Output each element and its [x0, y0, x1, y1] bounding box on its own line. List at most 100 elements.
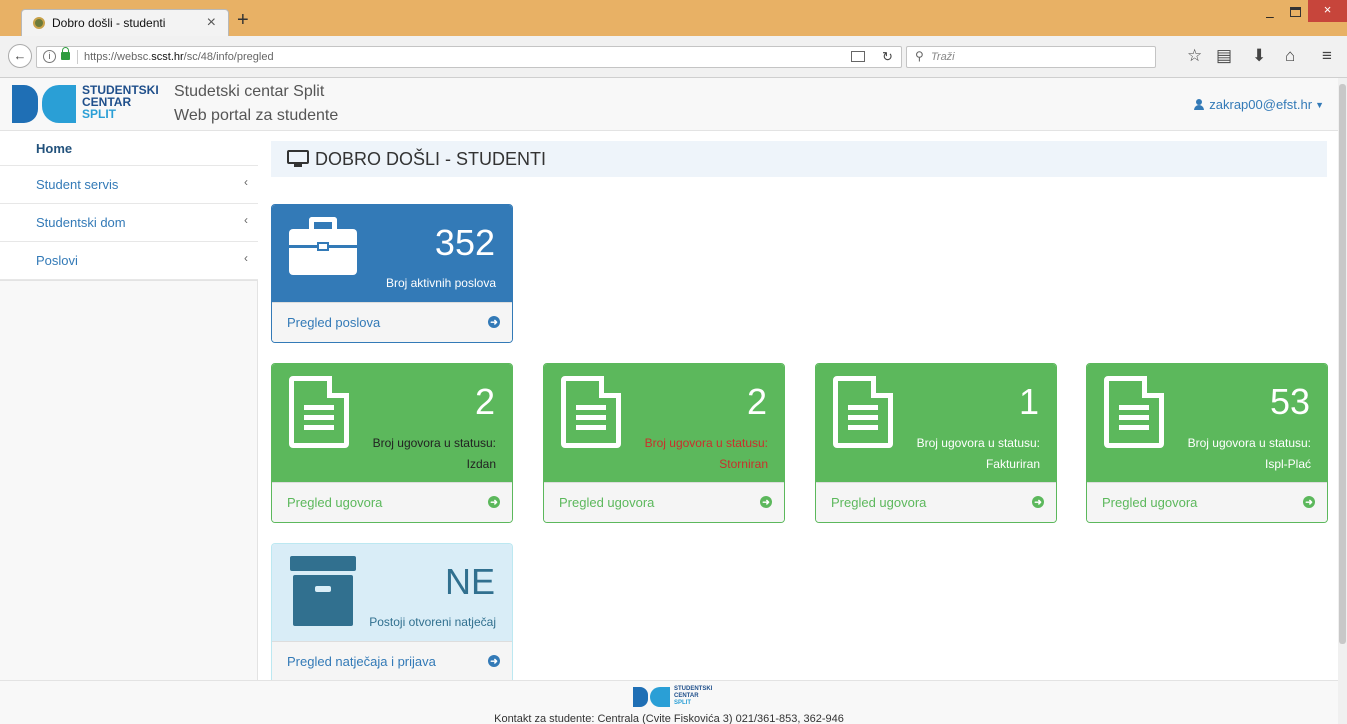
briefcase-icon: [289, 217, 357, 275]
menu-icon[interactable]: ≡: [1322, 45, 1332, 67]
new-tab-button[interactable]: +: [237, 10, 249, 30]
card-footer[interactable]: Pregled ugovora ➜: [272, 482, 512, 522]
url-text[interactable]: https://websc.scst.hr/sc/48/info/pregled: [84, 51, 274, 63]
open-tender-card: NE Postoji otvoreni natječaj Pregled nat…: [271, 543, 513, 680]
card-label: Broj ugovora u statusu: Ispl-Plać: [1187, 436, 1311, 471]
window-maximize-button[interactable]: [1290, 7, 1301, 17]
card-footer[interactable]: Pregled natječaja i prijava ➜: [272, 641, 512, 680]
card-footer[interactable]: Pregled poslova ➜: [272, 302, 512, 342]
tab-title: Dobro došli - studenti: [52, 16, 166, 30]
contracts-issued-card: 2 Broj ugovora u statusu: Izdan Pregled …: [271, 363, 513, 523]
arrow-circle-right-icon[interactable]: ➜: [488, 655, 500, 667]
view-jobs-link[interactable]: Pregled poslova: [287, 315, 380, 330]
card-footer[interactable]: Pregled ugovora ➜: [544, 482, 784, 522]
lock-icon[interactable]: [61, 47, 70, 60]
brand-title: Studetski centar Split: [174, 83, 325, 100]
card-value: 2: [746, 381, 767, 422]
sidebar: Home Student servis ‹ Studentski dom ‹ P…: [0, 131, 258, 680]
sidebar-menu: Home Student servis ‹ Studentski dom ‹ P…: [0, 131, 258, 281]
sidebar-item-studentski-dom[interactable]: Studentski dom ‹: [0, 204, 258, 242]
sidebar-item-label: Student servis: [36, 177, 119, 192]
sidebar-item-label: Studentski dom: [36, 215, 126, 230]
chevron-left-icon: ‹: [244, 213, 248, 227]
scrollbar-thumb[interactable]: [1339, 84, 1346, 644]
page-title: DOBRO DOŠLI - STUDENTI: [315, 149, 547, 169]
browser-tabbar: Dobro došli - studenti × + – ×: [0, 0, 1347, 36]
site-header: STUDENTSKI CENTAR SPLIT Studetski centar…: [0, 78, 1338, 131]
sidebar-item-student-servis[interactable]: Student servis ‹: [0, 166, 258, 204]
view-contracts-link[interactable]: Pregled ugovora: [831, 495, 926, 510]
contracts-cancelled-card: 2 Broj ugovora u statusu: Storniran Preg…: [543, 363, 785, 523]
document-icon: [289, 376, 349, 448]
home-icon[interactable]: ⌂: [1285, 45, 1295, 67]
chevron-left-icon: ‹: [244, 175, 248, 189]
archive-box-icon: [290, 556, 356, 626]
card-label: Broj ugovora u statusu: Izdan: [372, 436, 496, 471]
active-jobs-card: 352 Broj aktivnih poslova Pregled poslov…: [271, 204, 513, 343]
card-value: 53: [1269, 381, 1310, 422]
view-contracts-link[interactable]: Pregled ugovora: [287, 495, 382, 510]
browser-tab[interactable]: Dobro došli - studenti ×: [21, 9, 229, 36]
window-minimize-button[interactable]: –: [1266, 8, 1274, 24]
contracts-paid-card: 53 Broj ugovora u statusu: Ispl-Plać Pre…: [1086, 363, 1328, 523]
brand-subtitle: Web portal za studente: [174, 107, 339, 124]
card-value: 1: [1018, 381, 1039, 422]
bookmarks-library-icon[interactable]: ▤: [1216, 45, 1232, 67]
sidebar-item-home[interactable]: Home: [0, 131, 258, 166]
arrow-circle-right-icon[interactable]: ➜: [488, 316, 500, 328]
card-label: Postoji otvoreni natječaj: [369, 615, 496, 629]
user-menu[interactable]: zakrap00@efst.hr ▼: [1194, 97, 1324, 112]
search-icon: ⚲: [915, 49, 924, 63]
contracts-invoiced-card: 1 Broj ugovora u statusu: Fakturiran Pre…: [815, 363, 1057, 523]
card-label: Broj ugovora u statusu: Storniran: [644, 436, 768, 471]
card-footer[interactable]: Pregled ugovora ➜: [1087, 482, 1327, 522]
arrow-circle-right-icon[interactable]: ➜: [488, 496, 500, 508]
reader-view-icon[interactable]: [851, 51, 865, 62]
chevron-left-icon: ‹: [244, 251, 248, 265]
arrow-circle-right-icon[interactable]: ➜: [1303, 496, 1315, 508]
search-input[interactable]: ⚲ Traži: [906, 46, 1156, 68]
footer-logo: STUDENTSKI CENTAR SPLIT: [633, 685, 723, 709]
arrow-circle-right-icon[interactable]: ➜: [1032, 496, 1044, 508]
card-header: 53 Broj ugovora u statusu: Ispl-Plać: [1087, 364, 1327, 482]
document-icon: [833, 376, 893, 448]
card-header: 1 Broj ugovora u statusu: Fakturiran: [816, 364, 1056, 482]
card-label: Broj ugovora u statusu: Fakturiran: [916, 436, 1040, 471]
view-contracts-link[interactable]: Pregled ugovora: [1102, 495, 1197, 510]
card-value: NE: [444, 561, 495, 602]
card-header: 2 Broj ugovora u statusu: Storniran: [544, 364, 784, 482]
user-email: zakrap00@efst.hr: [1209, 97, 1313, 112]
card-footer[interactable]: Pregled ugovora ➜: [816, 482, 1056, 522]
card-label: Broj aktivnih poslova: [385, 276, 496, 290]
favicon-icon: [33, 17, 45, 29]
page-scrollbar[interactable]: [1338, 78, 1347, 724]
desktop-icon: [287, 150, 309, 167]
site-logo[interactable]: STUDENTSKI CENTAR SPLIT: [12, 83, 162, 126]
info-icon[interactable]: i: [43, 50, 56, 63]
view-contracts-link[interactable]: Pregled ugovora: [559, 495, 654, 510]
card-value: 2: [474, 381, 495, 422]
footer-contact: Kontakt za studente: Centrala (Cvite Fis…: [494, 713, 844, 724]
download-icon[interactable]: ⬇: [1252, 45, 1266, 67]
card-header: 2 Broj ugovora u statusu: Izdan: [272, 364, 512, 482]
document-icon: [561, 376, 621, 448]
arrow-circle-right-icon[interactable]: ➜: [760, 496, 772, 508]
caret-down-icon: ▼: [1315, 99, 1324, 110]
card-header: 352 Broj aktivnih poslova: [272, 205, 512, 302]
tab-close-icon[interactable]: ×: [207, 15, 216, 31]
logo-mark-left: [12, 85, 38, 123]
sidebar-item-poslovi[interactable]: Poslovi ‹: [0, 242, 258, 280]
window-close-button[interactable]: ×: [1308, 0, 1347, 22]
view-tenders-link[interactable]: Pregled natječaja i prijava: [287, 654, 436, 669]
logo-mark-right: [42, 85, 76, 123]
card-value: 352: [434, 222, 495, 263]
site-footer: STUDENTSKI CENTAR SPLIT Kontakt za stude…: [0, 680, 1338, 724]
logo-text: STUDENTSKI CENTAR SPLIT: [82, 83, 159, 121]
user-icon: [1194, 99, 1205, 110]
url-bar[interactable]: i https://websc.scst.hr/sc/48/info/pregl…: [36, 46, 902, 68]
search-placeholder: Traži: [931, 51, 955, 63]
bookmark-star-icon[interactable]: ☆: [1187, 45, 1202, 67]
back-arrow-icon[interactable]: ←: [8, 44, 32, 68]
reload-icon[interactable]: ↻: [882, 49, 893, 65]
document-icon: [1104, 376, 1164, 448]
